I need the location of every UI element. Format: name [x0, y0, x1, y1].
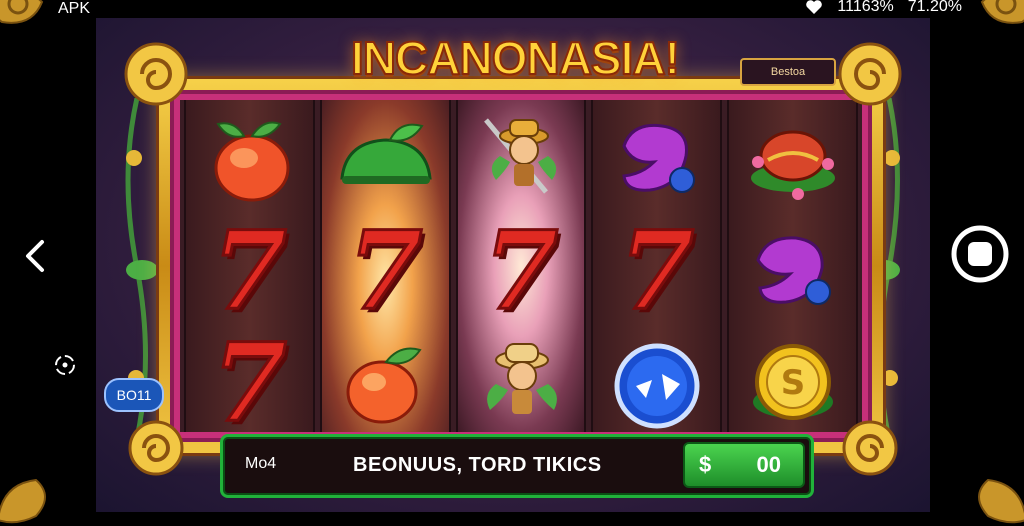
bonus-bar-label: Mo4: [245, 455, 277, 472]
bet-pill-button[interactable]: BO11: [104, 378, 164, 412]
rotate-icon[interactable]: [52, 352, 78, 378]
reel-3: 7: [455, 100, 587, 432]
purple-fruit-icon: [755, 236, 831, 305]
strawberry-bowl-icon: [750, 130, 835, 200]
reel-frame-inner: 7 7 7 7 7 S: [170, 90, 872, 442]
purple-fruit-icon: [622, 123, 695, 193]
reel-2: 7: [319, 100, 451, 432]
seven-symbol: 7: [346, 208, 424, 334]
bonus-orb-icon: [614, 343, 700, 429]
currency-symbol: $: [699, 452, 712, 477]
balance-button[interactable]: $ 00: [683, 442, 805, 488]
balance-amount: 00: [756, 452, 781, 477]
battery-text: 71.20%: [907, 0, 962, 15]
swirl-ornament-icon: [838, 42, 902, 106]
reel-frame: 7 7 7 7 7 S: [156, 76, 886, 456]
app-label: APK: [58, 0, 91, 17]
swirl-ornament-icon: [124, 42, 188, 106]
bonus-message: BEONUUS, TORD TIKICS: [353, 454, 602, 476]
reels: 7 7 7 7 7 S: [180, 100, 862, 440]
reel-4: 7: [591, 100, 723, 432]
slot-game[interactable]: 7 7 7 7 7 S INCANONASIA! Bestoa Mo4 BEON…: [96, 18, 930, 512]
corner-ornament-icon: [978, 478, 1024, 524]
corner-ornament-icon: [0, 0, 44, 24]
signal-text: 11163%: [837, 0, 894, 15]
reel-1: 7 7: [184, 100, 315, 440]
seven-symbol: 7: [210, 320, 288, 446]
bonus-bar: Mo4 BEONUUS, TORD TIKICS $ 00: [220, 434, 814, 498]
corner-ornament-icon: [980, 0, 1024, 24]
home-icon[interactable]: [950, 224, 1010, 284]
reel-5: S: [727, 100, 858, 432]
peach-icon: [346, 347, 422, 424]
seven-symbol: 7: [210, 208, 288, 334]
svg-text:S: S: [780, 363, 805, 403]
explorer-icon: [487, 343, 557, 414]
swirl-ornament-icon: [842, 420, 898, 476]
peach-icon: [214, 121, 290, 202]
lime-icon: [340, 123, 432, 184]
seven-symbol: 7: [618, 208, 696, 334]
corner-ornament-icon: [0, 478, 46, 524]
explorer-icon: [484, 118, 557, 194]
heart-icon: [806, 0, 823, 14]
back-icon[interactable]: [20, 236, 50, 276]
game-title: INCANONASIA!: [350, 31, 681, 85]
status-right: 11163% 71.20%: [805, 0, 962, 16]
top-badge[interactable]: Bestoa: [740, 58, 836, 86]
swirl-ornament-icon: [128, 420, 184, 476]
seven-symbol: 7: [482, 208, 560, 334]
